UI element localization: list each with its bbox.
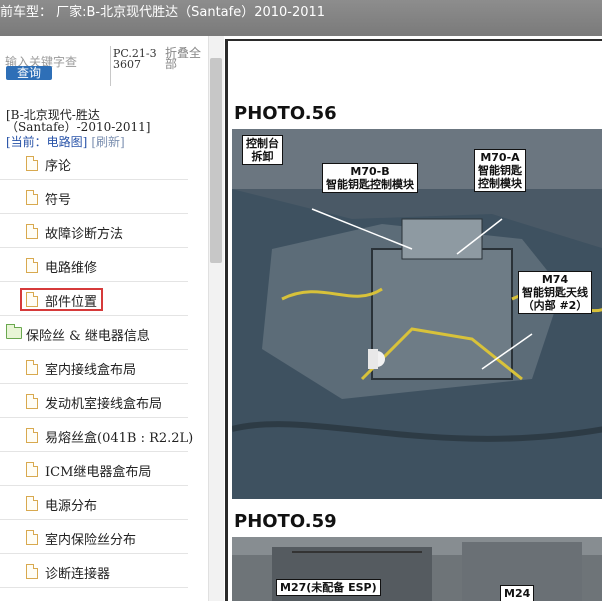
tree-item-label: 发动机室接线盒布局: [45, 397, 163, 412]
document-icon: [26, 190, 38, 205]
callout-m70b: M70-B 智能钥匙控制模块: [322, 163, 418, 193]
tree-item-label: 室内保险丝分布: [45, 533, 137, 548]
tree-item-fusible-link[interactable]: 易熔丝盒(041B : R2.2L): [0, 418, 193, 452]
tree-item-label: 故障诊断方法: [45, 227, 124, 242]
sidebar-scrollbar-thumb[interactable]: [210, 58, 222, 263]
photo-heading-1: PHOTO.56: [234, 103, 337, 124]
tree-item-symbols[interactable]: 符号: [0, 180, 188, 214]
callout-console-removed: 控制台 拆卸: [242, 135, 283, 165]
component-photo-2: M27(未配备 ESP) M24: [232, 537, 602, 601]
document-viewer[interactable]: PHOTO.56 控制台 拆卸 M70-B 智能钥匙控制模块 M70-A 智能钥…: [225, 39, 602, 601]
tree-item-label: 电源分布: [45, 499, 98, 514]
tree-item-label: 保险丝 & 继电器信息: [26, 329, 150, 344]
tree-item-label: 室内接线盒布局: [45, 363, 137, 378]
document-icon: [26, 394, 38, 409]
document-icon: [26, 258, 38, 273]
search-button[interactable]: 查询: [6, 66, 52, 80]
vehicle-name: [B-北京现代-胜达（Santafe）-2010-2011]: [6, 108, 151, 134]
document-icon: [26, 224, 38, 239]
tree-item-label: 易熔丝盒(041B : R2.2L): [45, 431, 194, 446]
tree-item-label: 序论: [45, 159, 72, 174]
document-icon: [26, 428, 38, 443]
document-icon: [26, 564, 38, 579]
selection-highlight: [20, 288, 103, 311]
document-icon: [26, 360, 38, 375]
tree-item-circuit-repair[interactable]: 电路维修: [0, 248, 188, 282]
folder-open-icon: [6, 324, 22, 339]
sidebar: 输入关键字查 查询 PC.21-33607 折叠全部 [B-北京现代-胜达（Sa…: [0, 36, 224, 601]
tree-folder-fuse-relay[interactable]: 保险丝 & 继电器信息: [0, 316, 188, 350]
tree-item-diagnostic-connector[interactable]: 诊断连接器: [0, 554, 188, 588]
tree-item-indoor-fuse[interactable]: 室内保险丝分布: [0, 520, 188, 554]
tree-item-label: 电路维修: [45, 261, 98, 276]
collapse-all-link[interactable]: 折叠全部: [165, 47, 205, 70]
tree-item-label: ICM继电器盒布局: [45, 465, 152, 480]
document-icon: [26, 496, 38, 511]
tree-item-indoor-junction[interactable]: 室内接线盒布局: [0, 350, 188, 384]
callout-m70a: M70-A 智能钥匙 控制模块: [474, 149, 526, 192]
tree-item-icm-relay[interactable]: ICM继电器盒布局: [0, 452, 188, 486]
document-code: PC.21-33607: [113, 47, 157, 71]
component-photo-1: 控制台 拆卸 M70-B 智能钥匙控制模块 M70-A 智能钥匙 控制模块 M7…: [232, 129, 602, 499]
photo-heading-2: PHOTO.59: [234, 511, 337, 532]
document-icon: [26, 156, 38, 171]
vehicle-title: 前车型： 厂家:B-北京现代胜达（Santafe）2010-2011: [0, 5, 326, 20]
document-icon: [26, 530, 38, 545]
tree-item-label: 符号: [45, 193, 72, 208]
divider: [110, 46, 111, 86]
tree-item-label: 诊断连接器: [45, 567, 111, 582]
top-bar: 前车型： 厂家:B-北京现代胜达（Santafe）2010-2011: [0, 0, 602, 36]
callout-m24: M24: [500, 585, 535, 601]
callout-m74: M74 智能钥匙天线 （内部 #2）: [518, 271, 592, 314]
callout-m27: M27(未配备 ESP): [276, 579, 381, 596]
tree-item-engine-junction[interactable]: 发动机室接线盒布局: [0, 384, 188, 418]
tree-item-diagnosis[interactable]: 故障诊断方法: [0, 214, 188, 248]
tree-item-intro[interactable]: 序论: [0, 146, 188, 180]
document-icon: [26, 462, 38, 477]
tree-item-power-distribution[interactable]: 电源分布: [0, 486, 188, 520]
